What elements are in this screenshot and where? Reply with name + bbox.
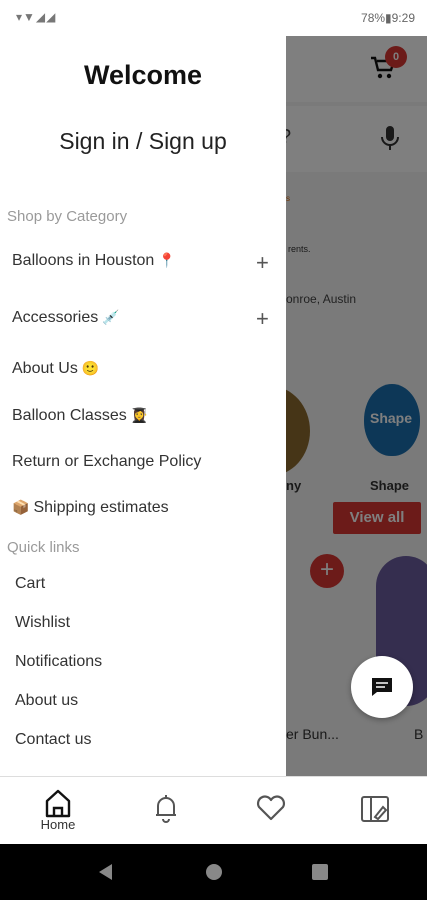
expand-icon[interactable]: + (256, 252, 269, 274)
menu-item-return-policy[interactable]: Return or Exchange Policy (12, 453, 201, 471)
menu-item-about-us[interactable]: About Us 🙂 (12, 360, 99, 378)
status-bar: ▾▼◢◢ 78%▮9:29 (0, 0, 427, 36)
battery-time: 78%▮9:29 (361, 11, 415, 25)
chat-icon (372, 678, 392, 696)
quick-links-heading: Quick links (7, 539, 80, 556)
menu-item-shipping-estimates[interactable]: 📦 Shipping estimates (12, 499, 169, 517)
welcome-title: Welcome (83, 60, 203, 90)
home-icon (45, 789, 71, 818)
signal-icons: ▾▼◢◢ (16, 10, 57, 24)
menu-item-label: Balloons in Houston (12, 252, 155, 269)
shop-by-category-heading: Shop by Category (7, 208, 128, 225)
nav-categories[interactable] (356, 789, 396, 829)
nav-wishlist[interactable] (251, 789, 291, 829)
quick-link-wishlist[interactable]: Wishlist (15, 614, 70, 632)
menu-item-label: Shipping estimates (33, 499, 169, 516)
menu-item-balloon-classes[interactable]: Balloon Classes 👩‍🎓 (12, 407, 148, 425)
expand-icon[interactable]: + (256, 308, 269, 330)
navigation-drawer: Welcome Sign in / Sign up Shop by Catego… (0, 36, 286, 776)
home-system-icon[interactable] (204, 862, 224, 882)
heart-icon (256, 795, 286, 821)
accessory-icon: 💉 (102, 309, 120, 325)
quick-link-notifications[interactable]: Notifications (15, 653, 102, 671)
category-book-icon (361, 796, 389, 822)
back-icon[interactable] (96, 862, 116, 882)
quick-link-contact-us[interactable]: Contact us (15, 731, 91, 749)
menu-item-balloons-in-houston[interactable]: Balloons in Houston 📍 (12, 252, 176, 270)
chat-button[interactable] (351, 656, 413, 718)
menu-item-label: About Us (12, 360, 78, 377)
menu-item-label: Accessories (12, 309, 99, 326)
bell-icon (156, 795, 176, 823)
menu-item-label: Balloon Classes (12, 407, 127, 424)
system-navigation-bar (0, 844, 427, 900)
quick-link-cart[interactable]: Cart (15, 575, 45, 593)
menu-item-label: Return or Exchange Policy (12, 453, 202, 470)
package-icon: 📦 (12, 499, 30, 515)
pin-icon: 📍 (158, 252, 176, 268)
nav-home-label: Home (40, 817, 76, 832)
menu-item-accessories[interactable]: Accessories 💉 (12, 309, 120, 327)
nav-notifications[interactable] (146, 789, 186, 829)
sign-in-link[interactable]: Sign in / Sign up (0, 128, 286, 155)
recents-icon[interactable] (311, 863, 329, 881)
nav-home[interactable]: Home (38, 789, 78, 832)
student-icon: 👩‍🎓 (130, 407, 149, 423)
quick-link-about-us[interactable]: About us (15, 692, 78, 710)
bottom-navigation: Home (0, 776, 427, 845)
smile-icon: 🙂 (81, 360, 100, 376)
